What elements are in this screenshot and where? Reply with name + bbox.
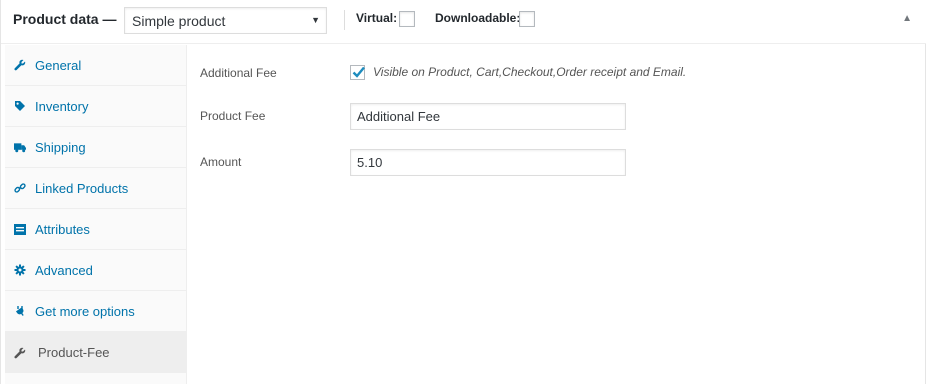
list-icon [14,222,26,236]
tab-shipping[interactable]: Shipping [5,127,186,168]
link-icon [14,181,26,195]
product-type-value: Simple product [132,13,226,29]
header-divider [344,10,345,30]
product-type-select[interactable]: Simple product ▼ [124,7,327,34]
tab-label: Inventory [35,98,89,114]
wrench-icon [14,346,26,360]
tag-icon [14,99,26,113]
amount-value: 5.10 [357,155,383,170]
tab-label: Get more options [35,303,135,319]
tab-label: Shipping [35,139,86,155]
chevron-down-icon: ▼ [311,15,320,25]
downloadable-checkbox[interactable] [519,11,535,27]
wrench-icon [14,58,26,72]
tab-label: Product-Fee [38,345,110,360]
tab-product-fee[interactable]: Product-Fee [5,332,186,373]
tab-attributes[interactable]: Attributes [5,209,186,250]
amount-label: Amount [200,155,242,169]
plugin-icon [14,304,26,318]
additional-fee-description: Visible on Product, Cart,Checkout,Order … [373,65,687,79]
checkmark-icon [352,66,365,78]
virtual-label: Virtual: [356,11,398,25]
tab-get-more-options[interactable]: Get more options [5,291,186,332]
product-fee-input[interactable]: Additional Fee [350,103,626,130]
truck-icon [14,140,26,154]
panel-title: Product data — [13,11,117,27]
product-fee-label: Product Fee [200,109,266,123]
product-data-tabs: General Inventory Shipping Linked Produc… [5,45,187,384]
collapse-arrow-icon[interactable]: ▲ [902,13,912,24]
product-fee-panel: Additional Fee Visible on Product, Cart,… [188,45,925,384]
product-data-panel: Product data — Simple product ▼ Virtual:… [0,0,926,384]
virtual-checkbox[interactable] [399,11,415,27]
additional-fee-checkbox[interactable] [350,65,365,80]
tab-advanced[interactable]: Advanced [5,250,186,291]
tab-general[interactable]: General [5,45,186,86]
product-fee-value: Additional Fee [357,109,441,124]
amount-input[interactable]: 5.10 [350,149,626,176]
gear-icon [14,263,26,277]
tab-label: Linked Products [35,180,129,196]
tab-linked-products[interactable]: Linked Products [5,168,186,209]
tab-label: Attributes [35,221,90,237]
tab-inventory[interactable]: Inventory [5,86,186,127]
tab-label: Advanced [35,262,93,278]
tab-label: General [35,57,82,73]
downloadable-label: Downloadable: [435,11,521,25]
additional-fee-label: Additional Fee [200,66,277,80]
product-data-header: Product data — Simple product ▼ Virtual:… [1,0,926,44]
